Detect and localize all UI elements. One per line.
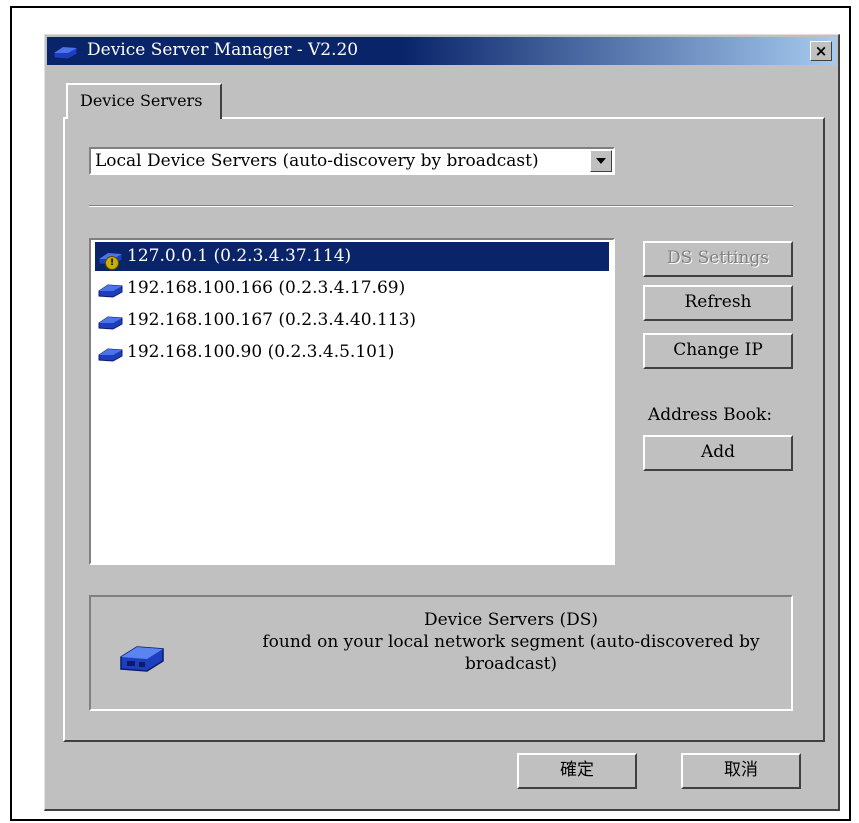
title-bar[interactable]: Device Server Manager - V2.20 × [47, 37, 836, 65]
source-select[interactable]: Local Device Servers (auto-discovery by … [89, 147, 615, 175]
list-item[interactable]: 192.168.100.167 (0.2.3.4.40.113) [95, 306, 609, 335]
info-line: found on your local network segment (aut… [262, 632, 760, 652]
device-server-icon [120, 646, 164, 672]
cancel-button[interactable]: 取消 [681, 753, 801, 789]
dropdown-button[interactable] [590, 150, 612, 172]
close-button[interactable]: × [810, 41, 832, 61]
dialog-window: Device Server Manager - V2.20 × Device S… [44, 34, 840, 811]
tab-label: Device Servers [80, 91, 203, 110]
ds-settings-button[interactable]: DS Settings [643, 241, 793, 277]
separator [89, 205, 793, 207]
device-server-list[interactable]: ! 127.0.0.1 (0.2.3.4.37.114) 192.168.100… [89, 238, 615, 565]
change-ip-button[interactable]: Change IP [643, 333, 793, 369]
device-label: 127.0.0.1 (0.2.3.4.37.114) [127, 246, 352, 266]
close-icon: × [814, 42, 828, 60]
device-server-icon [98, 284, 123, 298]
window-title: Device Server Manager - V2.20 [87, 40, 359, 60]
warning-icon: ! [105, 256, 119, 270]
chevron-down-icon [596, 158, 606, 164]
tab-device-servers[interactable]: Device Servers [66, 83, 222, 119]
device-label: 192.168.100.167 (0.2.3.4.40.113) [127, 310, 417, 330]
info-panel: Device Servers (DS) found on your local … [89, 595, 793, 711]
device-label: 192.168.100.166 (0.2.3.4.17.69) [127, 278, 406, 298]
info-line: broadcast) [464, 654, 558, 674]
source-select-value: Local Device Servers (auto-discovery by … [95, 151, 539, 171]
device-server-icon [98, 348, 123, 362]
info-line: Device Servers (DS) [423, 610, 598, 630]
list-item[interactable]: 192.168.100.90 (0.2.3.4.5.101) [95, 338, 609, 367]
list-item[interactable]: ! 127.0.0.1 (0.2.3.4.37.114) [95, 242, 609, 271]
add-button[interactable]: Add [643, 435, 793, 471]
info-text: Device Servers (DS) found on your local … [241, 609, 781, 675]
device-server-app-icon [53, 46, 78, 60]
ok-button[interactable]: 確定 [517, 753, 637, 789]
device-server-icon [98, 316, 123, 330]
address-book-label: Address Book: [648, 405, 773, 425]
refresh-button[interactable]: Refresh [643, 285, 793, 321]
device-label: 192.168.100.90 (0.2.3.4.5.101) [127, 342, 395, 362]
list-item[interactable]: 192.168.100.166 (0.2.3.4.17.69) [95, 274, 609, 303]
